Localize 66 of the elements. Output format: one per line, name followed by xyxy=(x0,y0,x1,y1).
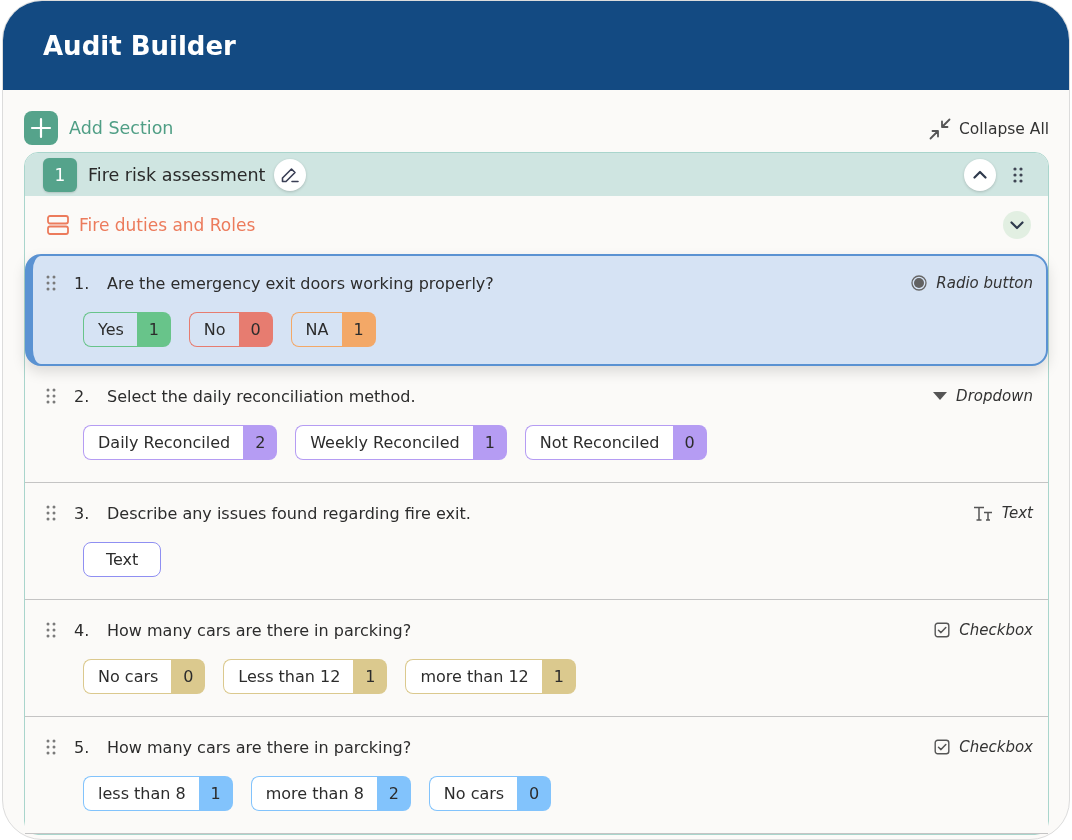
question-text: How many cars are there in parcking? xyxy=(107,737,412,757)
question-text: Select the daily reconciliation method. xyxy=(107,386,416,406)
question-text: Describe any issues found regarding fire exit. xyxy=(107,503,471,523)
collapse-all-button[interactable]: Collapse All xyxy=(929,118,1049,140)
option-count: 1 xyxy=(341,312,376,347)
option-label: Weekly Reconciled xyxy=(295,425,473,460)
question-row[interactable]: 1. Are the emergency exit doors working properly? Radio button Yes 1 No 0 NA 1 xyxy=(25,254,1048,366)
question-number: 2. xyxy=(74,386,91,406)
option-count: 2 xyxy=(376,776,411,811)
option-label: Text xyxy=(83,542,162,577)
option-count: 1 xyxy=(472,425,507,460)
question-number: 1. xyxy=(74,273,91,293)
question-number: 4. xyxy=(74,620,91,640)
option-count: 1 xyxy=(198,776,233,811)
plus-icon xyxy=(24,111,58,145)
drag-handle-icon[interactable] xyxy=(46,622,56,638)
option-label: Less than 12 xyxy=(223,659,354,694)
option-label: NA xyxy=(290,312,342,347)
question-type: Text xyxy=(1001,504,1033,522)
app-title: Audit Builder xyxy=(43,30,236,61)
option-label: No cars xyxy=(83,659,172,694)
section-number: 1 xyxy=(43,157,77,192)
option-label: less than 8 xyxy=(83,776,199,811)
option-label: No cars xyxy=(428,776,518,811)
option-count: 1 xyxy=(541,659,576,694)
drag-handle-icon[interactable] xyxy=(46,388,56,404)
option-label: Not Reconciled xyxy=(524,425,673,460)
drag-handle-icon[interactable] xyxy=(46,505,56,521)
question-text: Are the emergency exit doors working properly? xyxy=(107,273,494,293)
subsection-title: Fire duties and Roles xyxy=(79,215,256,235)
question-text: How many cars are there in parcking? xyxy=(107,620,412,640)
option-count: 0 xyxy=(171,659,206,694)
caret-icon xyxy=(933,392,948,400)
expand-button[interactable] xyxy=(1003,211,1031,239)
option-label: more than 8 xyxy=(250,776,377,811)
collapse-section-button[interactable] xyxy=(964,158,996,191)
drag-handle-icon[interactable] xyxy=(1013,166,1023,183)
question-number: 5. xyxy=(74,737,91,757)
checkbox-icon xyxy=(934,739,951,755)
rows-icon xyxy=(47,215,69,235)
question-number: 3. xyxy=(74,503,91,523)
question-type: Radio button xyxy=(936,274,1033,292)
question-type: Checkbox xyxy=(959,738,1033,756)
chevron-down-icon xyxy=(1010,220,1024,230)
edit-button[interactable] xyxy=(274,158,307,191)
option-count: 1 xyxy=(136,312,171,347)
pencil-icon xyxy=(280,165,301,184)
option-label: No xyxy=(188,312,239,347)
option-count: 0 xyxy=(238,312,273,347)
option-label: Daily Reconciled xyxy=(83,425,244,460)
chevron-up-icon xyxy=(973,170,987,179)
option-label: more than 12 xyxy=(405,659,542,694)
section-title: Fire risk assessment xyxy=(88,164,266,185)
option-count: 2 xyxy=(243,425,278,460)
option-count: 0 xyxy=(672,425,707,460)
option-count: 0 xyxy=(517,776,552,811)
checkbox-icon xyxy=(934,622,951,638)
question-type: Checkbox xyxy=(959,621,1033,639)
radio-icon xyxy=(911,275,928,291)
option-label: Yes xyxy=(83,312,137,347)
drag-handle-icon[interactable] xyxy=(46,739,56,755)
collapse-icon xyxy=(929,118,951,140)
text-format-icon xyxy=(972,505,993,521)
question-type: Dropdown xyxy=(956,387,1033,405)
option-count: 1 xyxy=(353,659,388,694)
drag-handle-icon[interactable] xyxy=(46,275,56,291)
